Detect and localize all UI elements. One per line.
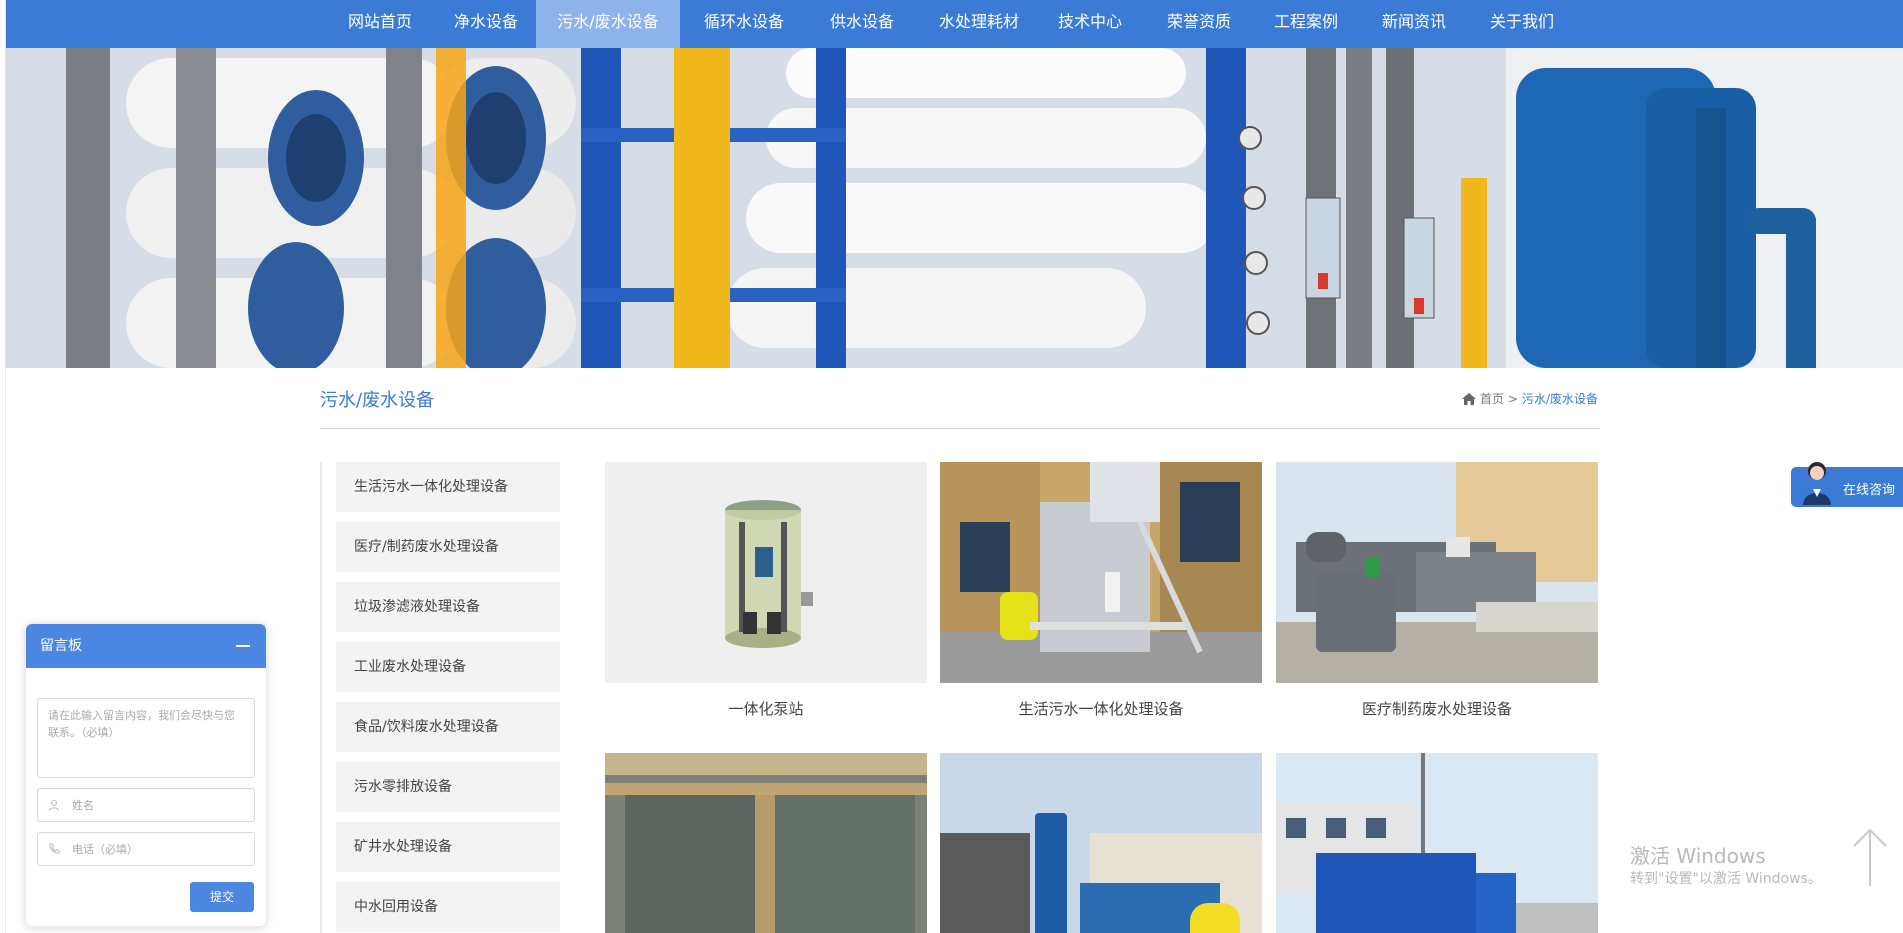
blue-container-image[interactable] <box>1276 753 1598 933</box>
product-caption[interactable]: 一体化泵站 <box>605 689 927 729</box>
sidebar-item-mine-water[interactable]: 矿井水处理设备 <box>336 822 560 872</box>
sedimentation-tank-image[interactable] <box>605 753 927 933</box>
sidebar-rule <box>320 462 322 933</box>
product-caption[interactable]: 生活污水一体化处理设备 <box>940 689 1262 729</box>
minimize-icon[interactable] <box>236 645 250 647</box>
nav-item-home[interactable]: 网站首页 <box>332 0 428 48</box>
name-field[interactable]: 姓名 <box>37 788 255 822</box>
page-title: 污水/废水设备 <box>320 390 435 411</box>
product-card[interactable] <box>940 753 1262 933</box>
sidebar-item-medical-wastewater[interactable]: 医疗/制药废水处理设备 <box>336 522 560 572</box>
nav-item-circulating-water[interactable]: 循环水设备 <box>688 0 800 48</box>
sidebar-item-domestic-sewage[interactable]: 生活污水一体化处理设备 <box>336 462 560 512</box>
product-card[interactable] <box>1276 753 1598 933</box>
breadcrumb: 首页 > 污水/废水设备 <box>1461 390 1598 407</box>
sidebar-item-zero-discharge[interactable]: 污水零排放设备 <box>336 762 560 812</box>
message-content-input[interactable]: 请在此输入留言内容，我们会尽快与您联系。（必填） <box>37 698 255 778</box>
customer-service-avatar-icon <box>1803 462 1831 505</box>
nav-item-consumables[interactable]: 水处理耗材 <box>918 0 1040 48</box>
top-nav: 网站首页 净水设备 污水/废水设备 循环水设备 供水设备 水处理耗材 技术中心 … <box>6 0 1903 48</box>
product-card[interactable] <box>605 753 927 933</box>
phone-placeholder: 电话（必填） <box>72 843 138 856</box>
nav-item-honors[interactable]: 荣誉资质 <box>1151 0 1247 48</box>
sewage-equipment-image[interactable] <box>940 462 1262 683</box>
windows-activation-title: 激活 Windows <box>1630 844 1766 868</box>
sidebar-item-reclaimed-water[interactable]: 中水回用设备 <box>336 882 560 932</box>
phone-icon <box>49 843 60 854</box>
sidebar-item-food-beverage[interactable]: 食品/饮料废水处理设备 <box>336 702 560 752</box>
breadcrumb-current[interactable]: 污水/废水设备 <box>1522 390 1598 407</box>
nav-item-water-purification[interactable]: 净水设备 <box>438 0 534 48</box>
banner-illustration <box>6 48 1903 368</box>
online-consult-button[interactable]: 在线咨询 <box>1791 462 1903 507</box>
product-card[interactable]: 一体化泵站 <box>605 462 927 729</box>
message-board-title: 留言板 <box>40 638 82 654</box>
nav-item-cases[interactable]: 工程案例 <box>1258 0 1354 48</box>
home-icon <box>1461 392 1476 405</box>
back-to-top-icon[interactable] <box>1852 828 1888 888</box>
nav-item-tech-center[interactable]: 技术中心 <box>1042 0 1138 48</box>
nav-item-sewage-equipment[interactable]: 污水/废水设备 <box>536 0 680 48</box>
submit-button[interactable]: 提交 <box>190 882 254 912</box>
breadcrumb-home[interactable]: 首页 <box>1480 390 1504 407</box>
product-caption[interactable]: 医疗制药废水处理设备 <box>1276 689 1598 729</box>
message-board: 留言板 请在此输入留言内容，我们会尽快与您联系。（必填） 姓名 电话（必填） 提… <box>26 624 266 926</box>
section-divider <box>320 428 1600 429</box>
pump-station-image[interactable] <box>605 462 927 683</box>
windows-activation-subtitle: 转到"设置"以激活 Windows。 <box>1630 871 1822 887</box>
nav-item-water-supply[interactable]: 供水设备 <box>814 0 910 48</box>
sidebar-item-landfill-leachate[interactable]: 垃圾渗滤液处理设备 <box>336 582 560 632</box>
phone-field[interactable]: 电话（必填） <box>37 832 255 866</box>
online-consult-label: 在线咨询 <box>1843 483 1896 498</box>
name-placeholder: 姓名 <box>72 799 94 812</box>
sidebar-item-industrial-wastewater[interactable]: 工业废水处理设备 <box>336 642 560 692</box>
medical-wastewater-image[interactable] <box>1276 462 1598 683</box>
nav-list: 网站首页 净水设备 污水/废水设备 循环水设备 供水设备 水处理耗材 技术中心 … <box>6 0 1903 48</box>
banner-image <box>6 48 1903 368</box>
breadcrumb-separator: > <box>1507 391 1518 406</box>
product-card[interactable]: 生活污水一体化处理设备 <box>940 462 1262 729</box>
page: 网站首页 净水设备 污水/废水设备 循环水设备 供水设备 水处理耗材 技术中心 … <box>0 0 1903 933</box>
blue-tank-site-image[interactable] <box>940 753 1262 933</box>
product-card[interactable]: 医疗制药废水处理设备 <box>1276 462 1598 729</box>
message-board-header: 留言板 <box>26 624 266 668</box>
nav-item-about[interactable]: 关于我们 <box>1474 0 1570 48</box>
message-board-body: 请在此输入留言内容，我们会尽快与您联系。（必填） 姓名 电话（必填） <box>26 698 266 866</box>
nav-item-news[interactable]: 新闻资讯 <box>1366 0 1462 48</box>
category-sidebar: 生活污水一体化处理设备 医疗/制药废水处理设备 垃圾渗滤液处理设备 工业废水处理… <box>336 462 560 933</box>
user-icon <box>49 800 59 811</box>
